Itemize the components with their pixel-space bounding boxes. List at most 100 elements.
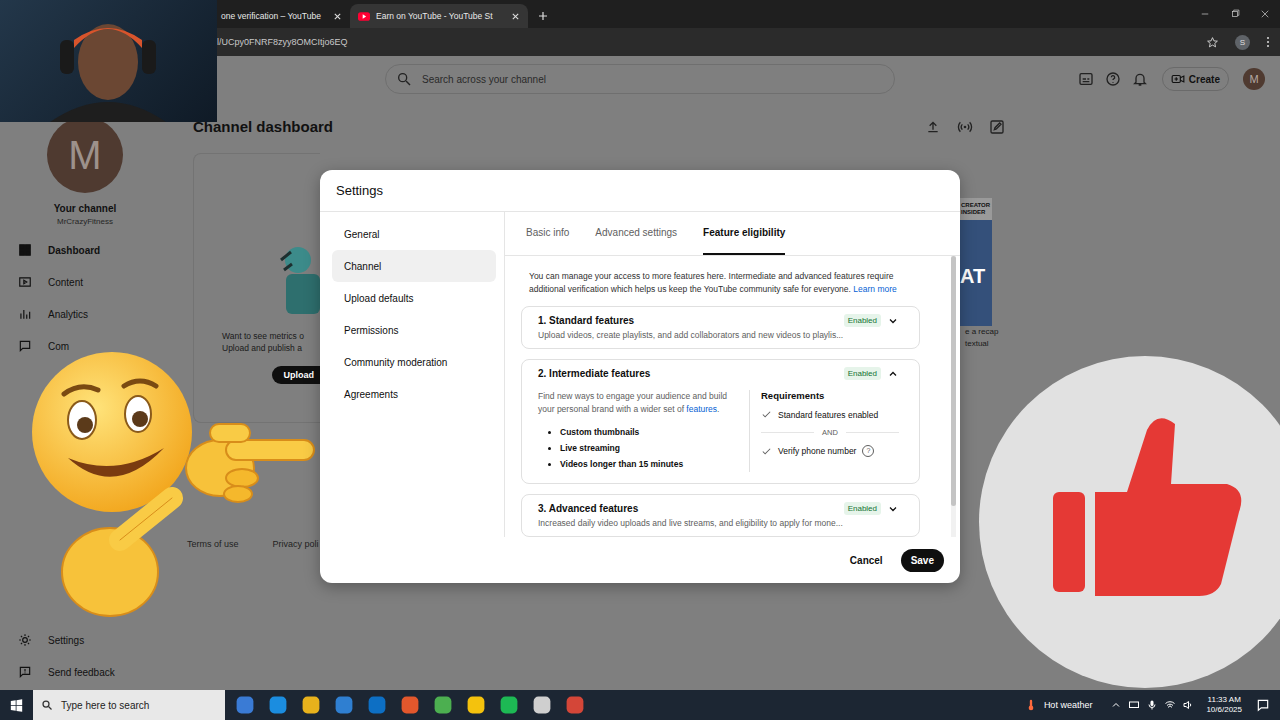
sidebar-item[interactable]: Dashboard: [0, 234, 170, 266]
app-icon[interactable]: [266, 693, 290, 717]
create-button[interactable]: Create: [1162, 67, 1229, 91]
taskbar-search[interactable]: Type here to search: [33, 690, 225, 720]
profile-avatar[interactable]: S: [1235, 35, 1250, 50]
wifi-icon[interactable]: [1164, 699, 1176, 711]
divider: [749, 390, 750, 472]
learn-more-link[interactable]: Learn more: [853, 284, 896, 294]
check-icon: [761, 409, 772, 420]
notification-icon[interactable]: [1256, 698, 1270, 712]
close-icon[interactable]: [333, 12, 342, 21]
feature-card-header[interactable]: 2. Intermediate featuresEnabled: [538, 367, 899, 380]
weather-text[interactable]: Hot weather: [1044, 700, 1093, 710]
feature-summary: Upload videos, create playlists, and add…: [538, 329, 899, 341]
upload-illustration: [276, 240, 320, 320]
account-avatar[interactable]: M: [1243, 68, 1265, 90]
cancel-button[interactable]: Cancel: [850, 555, 883, 566]
windows-start-icon[interactable]: [10, 699, 23, 712]
promo-thumbnail[interactable]: CREATORINSIDERAT: [960, 198, 992, 326]
taskbar-search-placeholder: Type here to search: [61, 700, 149, 711]
channel-avatar[interactable]: M: [47, 117, 123, 193]
feature-list-item: Live streaming: [560, 440, 738, 456]
settings-dialog: SettingsGeneralChannelUpload defaultsPer…: [320, 170, 960, 583]
header-icons: [1078, 71, 1148, 87]
scrollbar[interactable]: [951, 256, 956, 537]
feature-card[interactable]: 2. Intermediate featuresEnabledFind new …: [521, 359, 920, 484]
bookmark-star-icon[interactable]: [1206, 36, 1219, 49]
url-text[interactable]: l/UCpy0FNRF8zyy8OMCItjo6EQ: [217, 37, 1190, 47]
upload-button[interactable]: Upload: [272, 366, 321, 384]
status-badge: Enabled: [844, 367, 881, 380]
footer-link[interactable]: Privacy poli: [273, 539, 319, 549]
system-tray: Hot weather 11:33 AM10/6/2025: [1024, 695, 1280, 715]
promo-label: CREATORINSIDER: [960, 198, 992, 220]
app-icon[interactable]: [398, 693, 422, 717]
channel-search[interactable]: Search across your channel: [385, 64, 895, 94]
app-icon[interactable]: [332, 693, 356, 717]
help-icon[interactable]: [1105, 71, 1121, 87]
volume-icon[interactable]: [1182, 699, 1194, 711]
restore-icon[interactable]: [1220, 0, 1250, 28]
sidebar-item-label: Settings: [48, 635, 84, 646]
dialog-footer: Cancel Save: [320, 537, 960, 583]
sidebar-item[interactable]: Analytics: [0, 298, 170, 330]
help-icon[interactable]: ?: [862, 445, 874, 457]
settings-nav-item[interactable]: Community moderation: [332, 346, 496, 378]
settings-tab[interactable]: Advanced settings: [595, 212, 677, 255]
save-button[interactable]: Save: [901, 549, 944, 572]
minimize-icon[interactable]: [1190, 0, 1220, 28]
settings-nav-item[interactable]: Agreements: [332, 378, 496, 410]
app-icon[interactable]: [233, 693, 257, 717]
settings-scroll-area: You can manage your access to more featu…: [505, 256, 960, 537]
app-icon[interactable]: [431, 693, 455, 717]
bell-icon[interactable]: [1132, 71, 1148, 87]
microphone-icon[interactable]: [1146, 699, 1158, 711]
sidebar-item[interactable]: Content: [0, 266, 170, 298]
app-icon[interactable]: [497, 693, 521, 717]
feature-card[interactable]: 1. Standard featuresEnabled Upload videos…: [521, 306, 920, 349]
sidebar-item[interactable]: Settings: [0, 624, 170, 656]
intro-text: You can manage your access to more featu…: [529, 270, 920, 296]
promo-text: textual: [960, 338, 1020, 350]
thumbs-up-icon: [975, 352, 1280, 692]
app-icon[interactable]: [563, 693, 587, 717]
chevron-icon[interactable]: [887, 315, 899, 327]
menu-dots-icon[interactable]: [1266, 36, 1270, 48]
settings-nav-item[interactable]: Upload defaults: [332, 282, 496, 314]
browser-tab[interactable]: one verification – YouTube: [213, 4, 350, 28]
app-icon[interactable]: [365, 693, 389, 717]
chevron-up-icon[interactable]: [1110, 699, 1122, 711]
live-icon[interactable]: [957, 119, 973, 135]
webcam-video: [0, 0, 217, 122]
app-icon[interactable]: [530, 693, 554, 717]
settings-tab[interactable]: Basic info: [526, 212, 569, 255]
new-tab-icon[interactable]: [538, 11, 548, 21]
chevron-icon[interactable]: [887, 503, 899, 515]
app-icon[interactable]: [299, 693, 323, 717]
subtitles-icon[interactable]: [1078, 71, 1094, 87]
settings-nav-item[interactable]: Permissions: [332, 314, 496, 346]
close-icon[interactable]: [511, 12, 520, 21]
settings-tab[interactable]: Feature eligibility: [703, 212, 785, 255]
requirement-item: Standard features enabled: [761, 409, 899, 420]
clock[interactable]: 11:33 AM10/6/2025: [1206, 695, 1242, 715]
post-edit-icon[interactable]: [989, 119, 1005, 135]
scrollbar-thumb[interactable]: [951, 256, 956, 506]
feature-card-header[interactable]: 1. Standard featuresEnabled: [538, 314, 899, 327]
sidebar-item[interactable]: Send feedback: [0, 656, 170, 688]
settings-nav-item[interactable]: General: [332, 218, 496, 250]
feature-eligibility: You can manage your access to more featu…: [505, 256, 951, 537]
features-link[interactable]: features: [686, 404, 717, 414]
footer-link[interactable]: Terms of use: [187, 539, 239, 549]
feature-card[interactable]: 3. Advanced featuresEnabledIncreased dai…: [521, 494, 920, 537]
upload-icon[interactable]: [925, 119, 941, 135]
app-icon[interactable]: [464, 693, 488, 717]
browser-tab[interactable]: Earn on YouTube - YouTube St: [350, 4, 528, 28]
close-window-icon[interactable]: [1250, 0, 1280, 28]
chevron-icon[interactable]: [887, 368, 899, 380]
settings-nav-item[interactable]: Channel: [332, 250, 496, 282]
browser-tab-label: one verification – YouTube: [221, 11, 327, 21]
network-icon[interactable]: [1128, 699, 1140, 711]
sidebar-item-icon: [18, 275, 32, 289]
feature-card-header[interactable]: 3. Advanced featuresEnabled: [538, 502, 899, 515]
upload-card-text: Upload and publish a: [222, 342, 320, 354]
